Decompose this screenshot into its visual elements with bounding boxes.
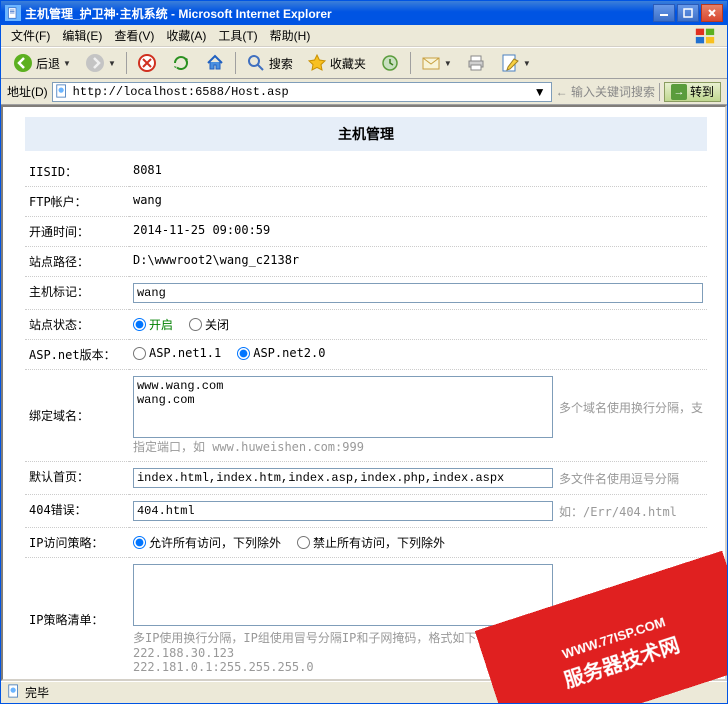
go-icon: →: [671, 84, 687, 100]
index-hint-right: 多文件名使用逗号分隔: [553, 470, 679, 487]
menu-tools[interactable]: 工具(T): [212, 25, 263, 46]
dropdown-icon: ▼: [63, 59, 71, 68]
stop-icon: [137, 53, 157, 73]
close-button[interactable]: [701, 4, 723, 22]
menubar: 文件(F) 编辑(E) 查看(V) 收藏(A) 工具(T) 帮助(H): [1, 25, 727, 47]
forward-button[interactable]: ▼: [79, 50, 122, 76]
refresh-icon: [171, 53, 191, 73]
print-button[interactable]: [460, 50, 492, 76]
dropdown-icon: ▼: [523, 59, 531, 68]
sitepath-label: 站点路径：: [25, 247, 129, 277]
iplist-label: IP策略清单：: [25, 558, 129, 681]
statusbar: 完毕: [1, 681, 727, 703]
mail-icon: [421, 53, 441, 73]
form-table: IISID： 8081 FTP帐户： wang 开通时间： 2014-11-25…: [25, 157, 707, 681]
ftp-label: FTP帐户：: [25, 187, 129, 217]
sitepath-value: D:\wwwroot2\wang_c2138r: [129, 247, 707, 277]
hostid-input[interactable]: [133, 283, 703, 303]
maximize-button[interactable]: [677, 4, 699, 22]
domain-textarea[interactable]: www.wang.com wang.com: [133, 376, 553, 438]
toolbar: 后退 ▼ ▼: [1, 47, 727, 79]
err404-label: 404错误：: [25, 495, 129, 528]
err404-input[interactable]: [133, 501, 553, 521]
home-icon: [205, 53, 225, 73]
opentime-value: 2014-11-25 09:00:59: [129, 217, 707, 247]
forward-icon: [85, 53, 105, 73]
err404-hint-right: 如：/Err/404.html: [553, 503, 677, 520]
menu-file[interactable]: 文件(F): [5, 25, 56, 46]
domain-hint-right: 多个域名使用换行分隔，支: [553, 399, 703, 416]
address-dropdown-icon[interactable]: ▼: [531, 85, 549, 99]
address-input[interactable]: [73, 85, 531, 99]
edit-button[interactable]: ▼: [494, 50, 537, 76]
search-icon: [246, 53, 266, 73]
page-icon: [55, 84, 71, 100]
search-hint: ← 输入关键词搜索: [556, 83, 655, 100]
menu-view[interactable]: 查看(V): [108, 25, 160, 46]
ippolicy-allow-radio[interactable]: 允许所有访问，下列除外: [133, 534, 281, 551]
search-label: 搜索: [269, 55, 293, 72]
ie-logo-icon: [687, 26, 723, 46]
menu-help[interactable]: 帮助(H): [264, 25, 317, 46]
print-icon: [466, 53, 486, 73]
menu-favorites[interactable]: 收藏(A): [160, 25, 212, 46]
go-label: 转到: [690, 83, 714, 100]
stop-button[interactable]: [131, 50, 163, 76]
content-area: 主机管理 IISID： 8081 FTP帐户： wang 开通时间： 2014-…: [1, 105, 727, 681]
back-button[interactable]: 后退 ▼: [7, 50, 77, 76]
dropdown-icon: ▼: [444, 59, 452, 68]
opentime-label: 开通时间：: [25, 217, 129, 247]
index-input[interactable]: [133, 468, 553, 488]
domain-hint: 指定端口，如 www.huweishen.com:999: [133, 438, 703, 455]
ie-page-icon: [5, 5, 21, 21]
titlebar: 主机管理_护卫神·主机系统 - Microsoft Internet Explo…: [1, 1, 727, 25]
star-icon: [307, 53, 327, 73]
back-label: 后退: [36, 55, 60, 72]
iplist-hint3: 222.181.0.1:255.255.255.0: [133, 660, 703, 674]
menu-edit[interactable]: 编辑(E): [56, 25, 108, 46]
iplist-hint2: 222.188.30.123: [133, 646, 703, 660]
refresh-button[interactable]: [165, 50, 197, 76]
ftp-value: wang: [129, 187, 707, 217]
minimize-button[interactable]: [653, 4, 675, 22]
addressbar: 地址(D) ▼ ← 输入关键词搜索 → 转到: [1, 79, 727, 105]
iisid-label: IISID：: [25, 157, 129, 187]
index-label: 默认首页：: [25, 462, 129, 495]
domain-label: 绑定域名：: [25, 370, 129, 462]
favorites-label: 收藏夹: [330, 55, 366, 72]
status-text: 完毕: [25, 684, 721, 701]
search-button[interactable]: 搜索: [240, 50, 299, 76]
sitestatus-label: 站点状态：: [25, 310, 129, 340]
home-button[interactable]: [199, 50, 231, 76]
status-page-icon: [7, 684, 21, 701]
go-button[interactable]: → 转到: [664, 82, 721, 102]
aspnet11-radio[interactable]: ASP.net1.1: [133, 346, 221, 360]
back-icon: [13, 53, 33, 73]
sitestatus-open-radio[interactable]: 开启: [133, 316, 173, 333]
favorites-button[interactable]: 收藏夹: [301, 50, 372, 76]
aspnet-label: ASP.net版本：: [25, 340, 129, 370]
iplist-textarea[interactable]: [133, 564, 553, 626]
ippolicy-label: IP访问策略：: [25, 528, 129, 558]
hostid-label: 主机标记：: [25, 277, 129, 310]
window-title: 主机管理_护卫神·主机系统 - Microsoft Internet Explo…: [25, 5, 653, 22]
history-icon: [380, 53, 400, 73]
iplist-hint1: 多IP使用换行分隔，IP组使用冒号分隔IP和子网掩码，格式如下：: [133, 629, 703, 646]
address-input-wrap: ▼: [52, 82, 552, 102]
sitestatus-close-radio[interactable]: 关闭: [189, 316, 229, 333]
page-title: 主机管理: [25, 117, 707, 151]
ippolicy-deny-radio[interactable]: 禁止所有访问，下列除外: [297, 534, 445, 551]
dropdown-icon: ▼: [108, 59, 116, 68]
edit-icon: [500, 53, 520, 73]
aspnet20-radio[interactable]: ASP.net2.0: [237, 346, 325, 360]
mail-button[interactable]: ▼: [415, 50, 458, 76]
history-button[interactable]: [374, 50, 406, 76]
iisid-value: 8081: [129, 157, 707, 187]
address-label: 地址(D): [7, 83, 48, 100]
